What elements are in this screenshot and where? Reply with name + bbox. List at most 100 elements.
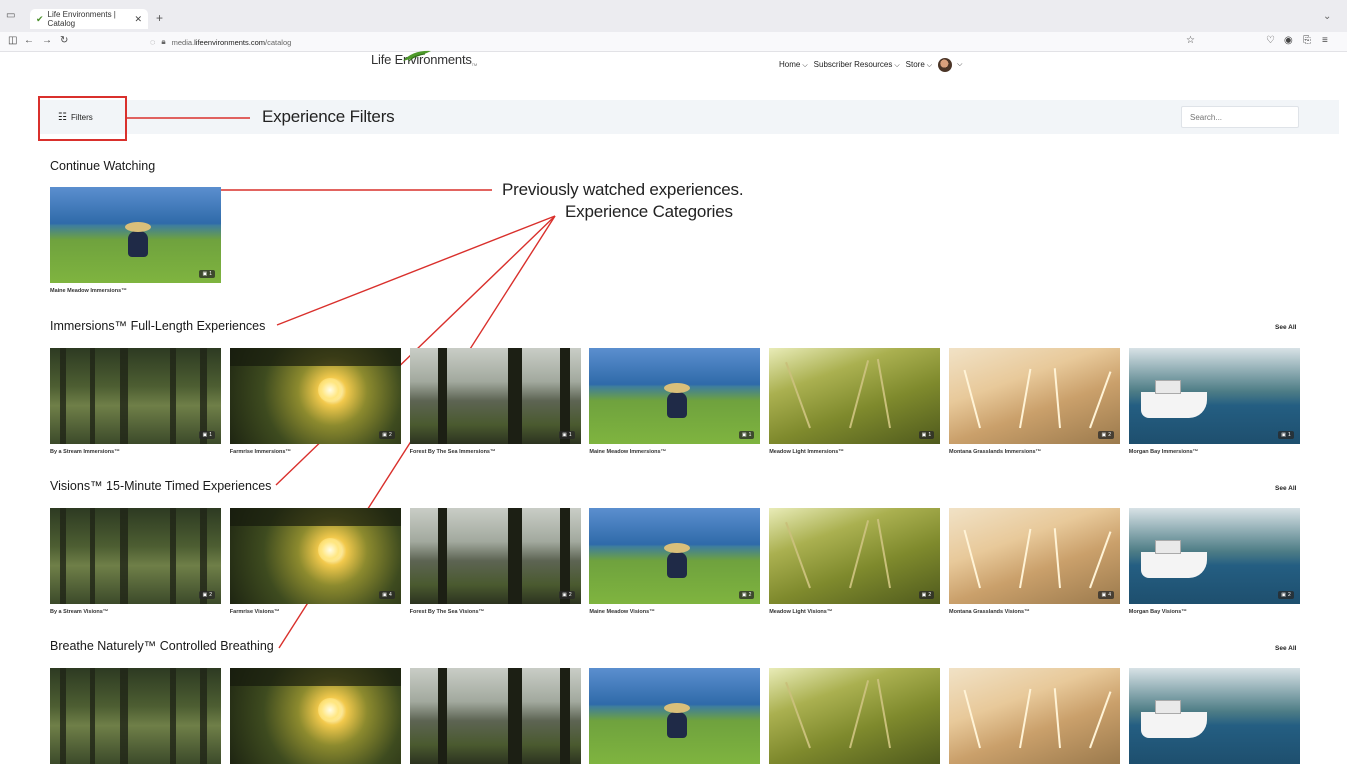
card-caption[interactable]: By a Stream Immersions™: [50, 449, 221, 455]
visions-card[interactable]: ▣ 2 Maine Meadow Visions™: [589, 508, 761, 615]
breathe-card[interactable]: [949, 668, 1120, 764]
immersions-card[interactable]: ▣ 1 By a Stream Immersions™: [50, 348, 221, 455]
thumbnail-image[interactable]: [589, 668, 761, 764]
thumbnail-image[interactable]: ▣ 2: [769, 508, 941, 604]
card-caption[interactable]: Maine Meadow Immersions™: [50, 288, 221, 294]
grass-shape: [849, 360, 870, 429]
thumbnail-image[interactable]: [949, 668, 1120, 764]
thumbnail-image[interactable]: [409, 668, 581, 764]
thumbnail-image[interactable]: ▣ 2: [949, 348, 1120, 444]
lock-icon: ▣: [202, 271, 208, 277]
card-caption[interactable]: Maine Meadow Immersions™: [589, 449, 760, 455]
thumbnail-image[interactable]: ▣ 2: [229, 348, 401, 444]
immersions-card[interactable]: ▣ 1 Meadow Light Immersions™: [769, 348, 941, 455]
card-caption[interactable]: Meadow Light Visions™: [769, 609, 940, 615]
thumbnail-image[interactable]: ▣ 1: [409, 348, 581, 444]
list-all-tabs-icon[interactable]: ⌄: [1323, 11, 1331, 22]
card-caption[interactable]: By a Stream Visions™: [50, 609, 221, 615]
lock-icon: ▣: [202, 592, 208, 598]
grass-shape: [785, 681, 812, 749]
visions-card[interactable]: ▣ 2 By a Stream Visions™: [50, 508, 221, 615]
tree-shape: [507, 348, 522, 444]
thumbnail-image[interactable]: [769, 668, 941, 764]
breathe-card[interactable]: [229, 668, 401, 764]
visions-card[interactable]: ▣ 2 Meadow Light Visions™: [769, 508, 941, 615]
thumbnail-image[interactable]: ▣ 2: [589, 508, 761, 604]
immersions-card[interactable]: ▣ 2 Montana Grasslands Immersions™: [949, 348, 1120, 455]
tree-shape: [507, 668, 522, 764]
nav-home[interactable]: Home ⌵: [779, 60, 808, 70]
thumbnail-image[interactable]: [50, 668, 221, 764]
breathe-card[interactable]: [50, 668, 221, 764]
new-tab-icon[interactable]: +: [156, 11, 163, 25]
breathe-card[interactable]: [409, 668, 581, 764]
chevron-down-icon: ⌵: [894, 62, 900, 69]
card-caption[interactable]: Maine Meadow Visions™: [589, 609, 760, 615]
episode-count-badge: ▣ 4: [379, 591, 395, 599]
breathe-card[interactable]: [589, 668, 761, 764]
visions-card[interactable]: ▣ 4 Montana Grasslands Visions™: [949, 508, 1120, 615]
immersions-card[interactable]: ▣ 1 Maine Meadow Immersions™: [589, 348, 761, 455]
person-shape: [664, 703, 691, 738]
back-icon[interactable]: ←: [24, 35, 34, 46]
card-caption[interactable]: Farmrise Visions™: [230, 609, 401, 615]
extensions-icon[interactable]: ⎘: [1303, 35, 1311, 46]
thumbnail-image[interactable]: ▣ 1: [589, 348, 761, 444]
tab-list-icon[interactable]: ▭: [6, 10, 15, 21]
card-caption[interactable]: Morgan Bay Visions™: [1129, 609, 1300, 615]
thumbnail-image[interactable]: [1128, 668, 1300, 764]
browser-tab[interactable]: ✔ Life Environments | Catalog ✕: [30, 9, 148, 29]
thumbnail-image[interactable]: ▣ 1: [1128, 348, 1300, 444]
visions-card[interactable]: ▣ 4 Farmrise Visions™: [229, 508, 401, 615]
visions-card[interactable]: ▣ 2 Forest By The Sea Visions™: [409, 508, 581, 615]
grass-shape: [1089, 371, 1112, 429]
card-caption[interactable]: Morgan Bay Immersions™: [1129, 449, 1300, 455]
immersions-card[interactable]: ▣ 1 Morgan Bay Immersions™: [1128, 348, 1300, 455]
grass-shape: [877, 358, 892, 429]
url-path: /catalog: [265, 37, 292, 47]
thumbnail-image[interactable]: ▣ 2: [50, 508, 221, 604]
thumbnail-image[interactable]: ▣ 1: [50, 187, 221, 283]
thumbnail-image[interactable]: ▣ 1: [769, 348, 941, 444]
continue-watching-card[interactable]: ▣ 1 Maine Meadow Immersions™: [50, 187, 221, 294]
address-bar[interactable]: ◌ 🔒︎ media. lifeenvironments.com/catalog: [150, 34, 291, 50]
reload-icon[interactable]: ↻: [60, 35, 68, 46]
forward-icon[interactable]: →: [42, 35, 52, 46]
card-caption[interactable]: Forest By The Sea Immersions™: [410, 449, 581, 455]
card-caption[interactable]: Forest By The Sea Visions™: [410, 609, 581, 615]
thumbnail-image[interactable]: ▣ 1: [50, 348, 221, 444]
thumbnail-image[interactable]: [229, 668, 401, 764]
account-icon[interactable]: ◉: [1284, 35, 1293, 46]
close-tab-icon[interactable]: ✕: [134, 14, 142, 25]
thumbnail-image[interactable]: ▣ 2: [1128, 508, 1300, 604]
tree-shape: [200, 508, 207, 604]
card-caption[interactable]: Meadow Light Immersions™: [769, 449, 940, 455]
see-all-immersions-link[interactable]: See All: [1275, 324, 1296, 331]
see-all-visions-link[interactable]: See All: [1275, 485, 1296, 492]
badge-count: 1: [748, 432, 752, 438]
thumbnail-image[interactable]: ▣ 2: [409, 508, 581, 604]
lock-icon: ▣: [921, 592, 927, 598]
breathe-card[interactable]: [1128, 668, 1300, 764]
bookmark-star-icon[interactable]: ☆: [1186, 35, 1195, 46]
nav-subscriber-resources[interactable]: Subscriber Resources ⌵: [814, 60, 900, 70]
immersions-card[interactable]: ▣ 1 Forest By The Sea Immersions™: [409, 348, 581, 455]
sidebar-toggle-icon[interactable]: ◫: [8, 35, 17, 46]
menu-icon[interactable]: ≡: [1322, 35, 1328, 46]
card-caption[interactable]: Farmrise Immersions™: [230, 449, 401, 455]
see-all-breathe-link[interactable]: See All: [1275, 645, 1296, 652]
card-caption[interactable]: Montana Grasslands Visions™: [949, 609, 1120, 615]
thumbnail-image[interactable]: ▣ 4: [229, 508, 401, 604]
thumbnail-image[interactable]: ▣ 4: [949, 508, 1120, 604]
tree-shape: [60, 508, 66, 604]
site-logo[interactable]: Life EnvironmentsTM: [371, 50, 477, 67]
user-menu[interactable]: ⌵: [938, 58, 962, 72]
card-caption[interactable]: Montana Grasslands Immersions™: [949, 449, 1120, 455]
immersions-card[interactable]: ▣ 2 Farmrise Immersions™: [229, 348, 401, 455]
nav-store[interactable]: Store ⌵: [906, 60, 932, 70]
grass-shape: [785, 521, 812, 589]
visions-card[interactable]: ▣ 2 Morgan Bay Visions™: [1128, 508, 1300, 615]
breathe-card[interactable]: [769, 668, 941, 764]
pocket-icon[interactable]: ♡: [1266, 35, 1275, 46]
search-input[interactable]: [1181, 106, 1299, 128]
